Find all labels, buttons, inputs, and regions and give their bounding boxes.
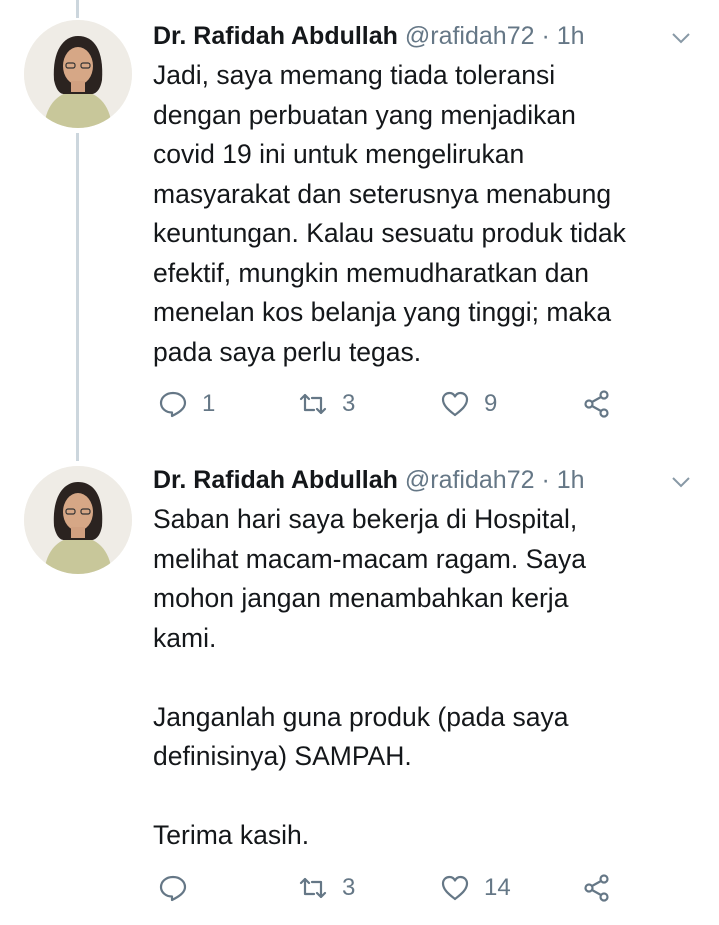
tweet-text-line: pada saya perlu tegas. <box>153 336 422 367</box>
heart-icon <box>441 875 469 901</box>
tweet-header: Dr. Rafidah Abdullah @rafidah72 · 1h <box>153 18 693 54</box>
retweet-button[interactable]: 3 <box>298 386 355 422</box>
tweet-text-line: mohon jangan menambahkan kerja <box>153 583 569 613</box>
chevron-down-icon[interactable] <box>667 24 695 52</box>
tweet-text-line: kami. <box>153 622 217 653</box>
tweet-actions: 3 14 <box>158 870 628 906</box>
reply-icon <box>159 391 187 418</box>
tweet[interactable]: Dr. Rafidah Abdullah @rafidah72 · 1h Sab… <box>0 462 719 922</box>
retweet-button[interactable]: 3 <box>298 870 355 906</box>
tweet-text-line: efektif, mungkin memudharatkan dan <box>153 257 590 288</box>
tweet-header: Dr. Rafidah Abdullah @rafidah72 · 1h <box>153 462 693 498</box>
retweet-count: 3 <box>342 874 356 901</box>
tweet-text: Saban hari saya bekerja di Hospital, mel… <box>153 500 586 856</box>
reply-button[interactable] <box>158 870 202 906</box>
tweet-text-line: melihat macam-macam ragam. Saya <box>153 543 586 574</box>
share-icon <box>584 874 609 902</box>
thread-line-top <box>76 0 79 18</box>
retweet-count: 3 <box>342 390 356 417</box>
tweet-text: Jadi, saya memang tiada toleransi dengan… <box>153 56 626 372</box>
tweet-text-line: Saban hari saya bekerja di Hospital, <box>153 504 578 534</box>
avatar[interactable] <box>24 466 132 574</box>
tweet-text-line: Janganlah guna produk (pada saya <box>153 701 569 732</box>
share-icon <box>584 390 609 418</box>
like-count: 14 <box>484 874 511 901</box>
retweet-icon <box>299 877 327 899</box>
retweet-icon <box>299 393 327 415</box>
tweet-text-line: masyarakat dan seterusnya menabung <box>153 178 612 209</box>
author-name[interactable]: Dr. Rafidah Abdullah <box>153 466 398 494</box>
avatar[interactable] <box>24 20 132 128</box>
author-handle[interactable]: @rafidah72 <box>405 466 535 494</box>
tweet-text-line: Jadi, saya memang tiada toleransi <box>153 60 556 90</box>
separator-dot: · <box>541 22 550 50</box>
like-button[interactable]: 9 <box>440 386 497 422</box>
chevron-down-icon[interactable] <box>667 468 695 496</box>
tweet-text-line: covid 19 ini untuk mengelirukan <box>153 139 525 169</box>
timestamp[interactable]: 1h <box>557 466 585 494</box>
share-button[interactable] <box>582 386 612 422</box>
tweet-actions: 1 3 9 <box>158 386 628 422</box>
reply-icon <box>159 875 187 902</box>
timestamp[interactable]: 1h <box>557 22 585 50</box>
author-handle[interactable]: @rafidah72 <box>405 22 535 50</box>
share-button[interactable] <box>582 870 612 906</box>
like-count: 9 <box>484 390 498 417</box>
reply-count: 1 <box>202 390 216 417</box>
separator-dot: · <box>541 466 550 494</box>
tweet-text-line: keuntungan. Kalau sesuatu produk tidak <box>153 218 626 248</box>
tweet[interactable]: Dr. Rafidah Abdullah @rafidah72 · 1h Jad… <box>0 18 719 438</box>
tweet-text-line: menelan kos belanja yang tinggi; maka <box>153 297 612 327</box>
tweet-text-line: dengan perbuatan yang menjadikan <box>153 99 576 130</box>
tweet-text-line: Terima kasih. <box>153 820 310 850</box>
author-name[interactable]: Dr. Rafidah Abdullah <box>153 22 398 50</box>
like-button[interactable]: 14 <box>440 870 511 906</box>
reply-button[interactable]: 1 <box>158 386 215 422</box>
heart-icon <box>441 391 469 417</box>
tweet-text-line: definisinya) SAMPAH. <box>153 741 412 771</box>
